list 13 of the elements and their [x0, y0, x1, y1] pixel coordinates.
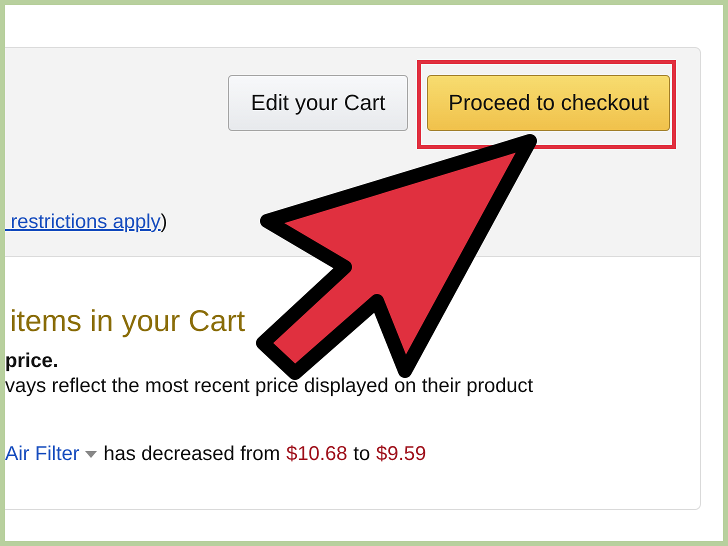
- closing-text: ): [160, 211, 168, 234]
- item-link[interactable]: Air Filter: [5, 443, 80, 466]
- new-price: $9.59: [376, 443, 426, 466]
- change-text: to: [353, 443, 370, 466]
- old-price: $10.68: [286, 443, 348, 466]
- notice-title: price.: [5, 349, 60, 373]
- checkout-button[interactable]: Proceed to checkout: [427, 75, 670, 131]
- restrictions-link[interactable]: restrictions apply: [5, 211, 161, 234]
- caret-icon[interactable]: [85, 450, 98, 458]
- edit-cart-button[interactable]: Edit your Cart: [228, 75, 408, 131]
- notice-text: vays reflect the most recent price displayed on their product: [5, 374, 534, 399]
- change-text: has decreased from: [103, 443, 280, 466]
- cart-heading: items in your Cart: [9, 305, 246, 339]
